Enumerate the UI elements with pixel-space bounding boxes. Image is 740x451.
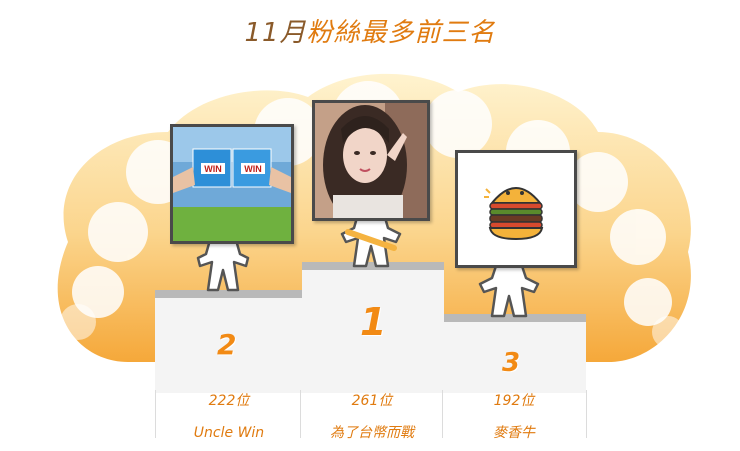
- name-first[interactable]: 為了台幣而戰: [300, 419, 444, 447]
- photo-third[interactable]: [455, 150, 577, 268]
- podium-third: 3: [444, 314, 586, 393]
- figure-second: [196, 238, 250, 292]
- fans-count-third: 192位: [493, 393, 535, 409]
- page-title: 11月粉絲最多前三名: [0, 12, 740, 49]
- burger-image: [458, 153, 574, 265]
- podium-second: 2: [155, 290, 302, 393]
- fans-count-second: 222位: [208, 393, 250, 409]
- photo-first[interactable]: [312, 100, 430, 221]
- win-right-text: WIN: [244, 164, 262, 174]
- info-second: 222位 Uncle Win: [157, 387, 301, 447]
- figure-third: [478, 264, 540, 318]
- info-first: 261位 為了台幣而戰: [300, 387, 444, 447]
- title-text: 粉絲最多前三名: [306, 18, 496, 48]
- rank-second: 2: [217, 328, 237, 361]
- photo-second[interactable]: WIN WIN: [170, 124, 294, 244]
- info-divider-4: [586, 390, 587, 438]
- name-third[interactable]: 麥香牛: [442, 419, 586, 447]
- info-third: 192位 麥香牛: [442, 387, 586, 447]
- rank-first: 1: [360, 300, 387, 344]
- rank-third: 3: [502, 348, 521, 378]
- fans-count-first: 261位: [351, 393, 393, 409]
- name-second[interactable]: Uncle Win: [157, 419, 301, 447]
- podium-first: 1: [302, 262, 444, 393]
- win-puzzle-image: WIN WIN: [173, 127, 291, 241]
- win-left-text: WIN: [204, 164, 222, 174]
- title-month: 11月: [244, 18, 307, 48]
- info-divider-1: [155, 390, 156, 438]
- portrait-image: [315, 103, 427, 218]
